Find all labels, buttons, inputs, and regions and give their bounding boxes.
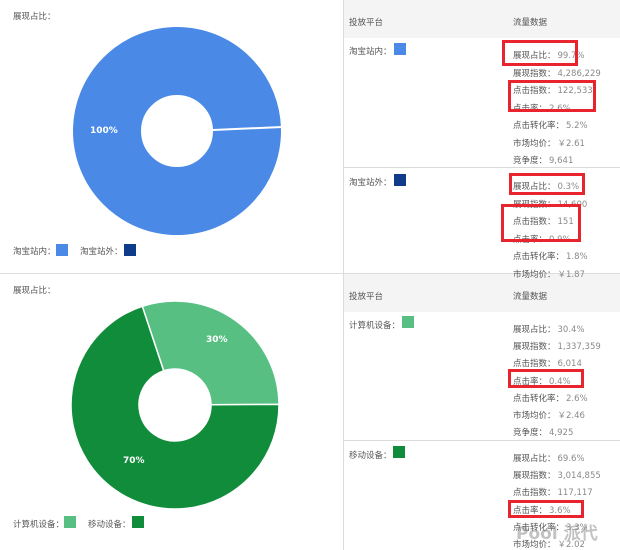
data-row-label: 点击转化率： bbox=[513, 393, 565, 404]
data-row-label: 市场均价： bbox=[513, 269, 556, 280]
legend-label-taobao-in: 淘宝站内： bbox=[13, 247, 56, 257]
bottom-header-data: 流量数据 bbox=[513, 292, 548, 302]
legend-swatch-taobao-in bbox=[56, 244, 68, 256]
data-row-label: 展现占比： bbox=[513, 325, 556, 335]
data-row: 点击转化率： 2.6% bbox=[513, 392, 588, 404]
data-row-value: 6,014 bbox=[557, 359, 582, 370]
pie-data-label: 70% bbox=[123, 456, 145, 466]
data-row: 展现指数： 3,014,855 bbox=[513, 469, 601, 481]
platform-swatch bbox=[402, 316, 414, 328]
data-row: 市场均价： ￥2.61 bbox=[513, 137, 585, 149]
data-row: 市场均价： ￥2.46 bbox=[513, 409, 585, 421]
top-header-data: 流量数据 bbox=[513, 18, 548, 28]
data-row: 点击转化率： 1.8% bbox=[513, 250, 588, 262]
data-row: 展现占比： 30.4% bbox=[513, 323, 585, 335]
data-row-label: 市场均价： bbox=[513, 138, 556, 149]
highlight-box bbox=[508, 500, 584, 518]
platform-name: 淘宝站外： bbox=[349, 178, 392, 188]
data-row: 市场均价： ￥1.87 bbox=[513, 268, 585, 280]
data-row-label: 竞争度： bbox=[513, 156, 548, 166]
data-row-value: 69.6% bbox=[557, 454, 585, 464]
platform-swatch bbox=[394, 43, 406, 55]
row-divider bbox=[344, 440, 620, 441]
data-row: 点击指数： 117,117 bbox=[513, 486, 593, 498]
data-row-value: 4,925 bbox=[549, 428, 574, 439]
legend-swatch-taobao-out bbox=[124, 244, 136, 256]
legend-label-mobile: 移动设备： bbox=[88, 520, 131, 530]
data-row: 点击转化率： 5.2% bbox=[513, 119, 588, 131]
data-row-value: 5.2% bbox=[566, 121, 588, 131]
data-row-label: 展现占比： bbox=[513, 454, 556, 464]
legend-swatch-mobile bbox=[132, 516, 144, 528]
data-row-value: 117,117 bbox=[557, 488, 593, 499]
highlight-box bbox=[502, 40, 578, 66]
data-row-value: ￥2.61 bbox=[557, 138, 585, 149]
data-row: 竞争度： 4,925 bbox=[513, 426, 573, 438]
watermark: Pool 派代 bbox=[516, 524, 598, 544]
data-row: 展现指数： 1,337,359 bbox=[513, 340, 601, 352]
data-row-label: 市场均价： bbox=[513, 411, 556, 421]
legend-label-computer: 计算机设备： bbox=[13, 520, 65, 530]
top-chart-title: 展现占比： bbox=[13, 12, 56, 22]
platform-name: 淘宝站内： bbox=[349, 47, 392, 57]
bottom-table-header bbox=[344, 274, 620, 312]
data-row-value: 1,337,359 bbox=[557, 342, 601, 353]
data-row: 竞争度： 9,641 bbox=[513, 154, 573, 166]
highlight-box bbox=[509, 173, 585, 195]
top-header-platform: 投放平台 bbox=[349, 18, 384, 28]
highlight-box bbox=[508, 369, 584, 388]
data-row-value: 4,286,229 bbox=[557, 68, 601, 79]
data-row-label: 展现指数： bbox=[513, 342, 556, 353]
data-row: 点击指数： 6,014 bbox=[513, 357, 582, 369]
data-row-value: 30.4% bbox=[557, 325, 585, 335]
bottom-donut-chart: 30% 70% bbox=[70, 300, 280, 510]
legend-label-taobao-out: 淘宝站外： bbox=[80, 247, 123, 257]
pie-data-label: 30% bbox=[206, 335, 228, 345]
data-row-value: ￥2.46 bbox=[557, 411, 585, 421]
data-row-value: 1.8% bbox=[566, 252, 588, 262]
legend-swatch-computer bbox=[64, 516, 76, 528]
platform-swatch bbox=[393, 446, 405, 458]
data-row: 展现占比： 69.6% bbox=[513, 452, 585, 464]
data-row-label: 点击指数： bbox=[513, 488, 556, 499]
pie-data-label: 100% bbox=[90, 126, 118, 136]
data-row-label: 展现指数： bbox=[513, 68, 556, 79]
data-row-value: 9,641 bbox=[549, 156, 574, 166]
data-row-value: 2.6% bbox=[566, 393, 588, 404]
platform-swatch bbox=[394, 174, 406, 186]
bottom-chart-title: 展现占比： bbox=[13, 286, 56, 296]
row-divider bbox=[344, 167, 620, 168]
data-row-label: 展现指数： bbox=[513, 471, 556, 482]
data-row-value: ￥1.87 bbox=[557, 269, 585, 280]
data-row-label: 点击指数： bbox=[513, 359, 556, 370]
data-row-label: 点击转化率： bbox=[513, 121, 565, 131]
pie-slice bbox=[141, 300, 280, 406]
data-row: 展现指数： 4,286,229 bbox=[513, 67, 601, 79]
highlight-box bbox=[508, 80, 596, 112]
data-row-label: 点击转化率： bbox=[513, 252, 565, 262]
platform-name: 移动设备： bbox=[349, 451, 392, 461]
data-row-label: 竞争度： bbox=[513, 428, 548, 439]
data-row-value: 3,014,855 bbox=[557, 471, 601, 482]
platform-name: 计算机设备： bbox=[349, 321, 401, 331]
top-table-header bbox=[344, 0, 620, 38]
bottom-header-platform: 投放平台 bbox=[349, 292, 384, 302]
top-donut-chart: 100%0% bbox=[73, 27, 283, 235]
pie-slice bbox=[73, 27, 281, 235]
highlight-box bbox=[501, 204, 581, 242]
